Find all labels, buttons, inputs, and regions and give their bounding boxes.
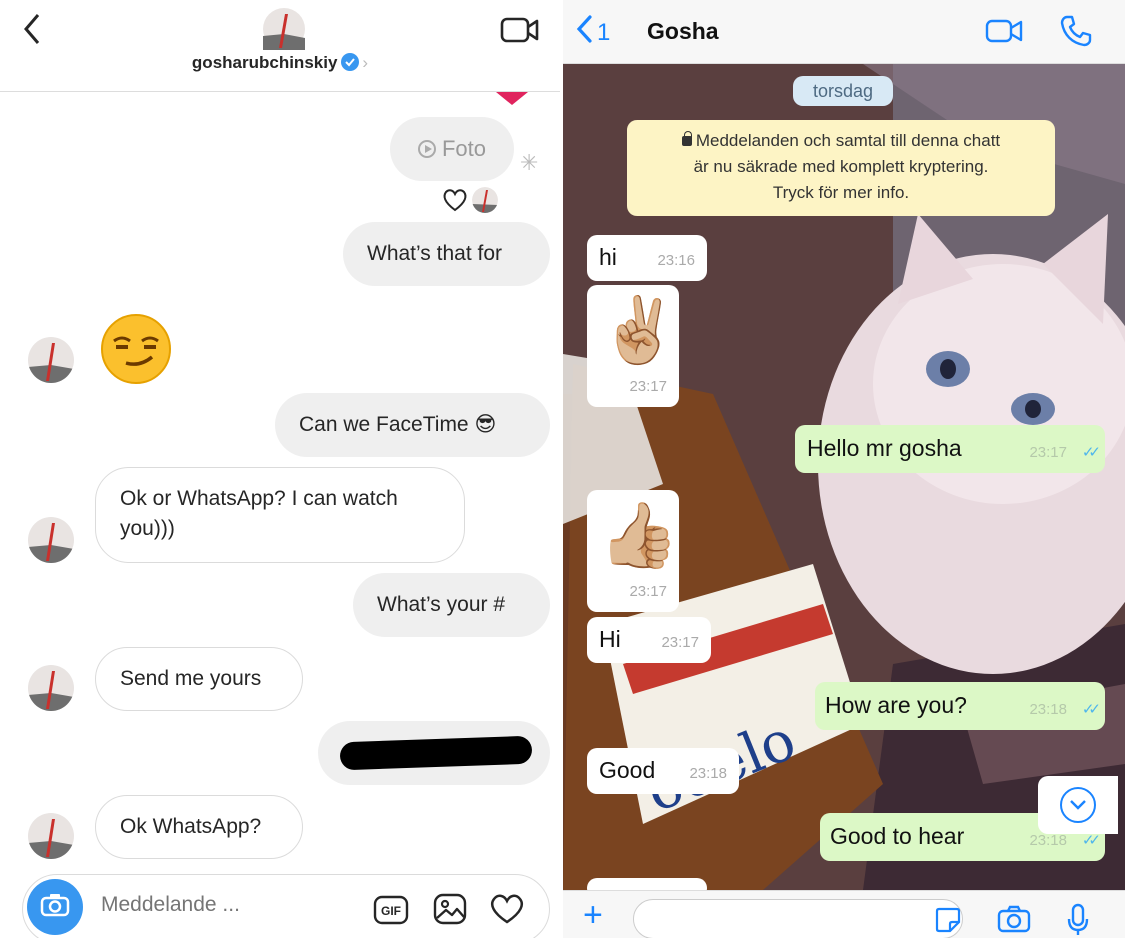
incoming-message[interactable]: Good 23:18 [587,748,739,794]
message-time: 23:17 [1029,444,1067,461]
date-separator: torsdag [793,76,893,106]
incoming-message[interactable]: Ok WhatsApp? [95,795,303,859]
incoming-sticker-message[interactable]: 👍🏼 23:17 [587,490,679,612]
heart-icon[interactable] [489,893,525,930]
avatar[interactable] [28,665,74,711]
loading-spinner-icon: ✳ [520,150,539,175]
avatar[interactable] [28,813,74,859]
plus-icon[interactable]: + [583,895,603,935]
whatsapp-header: 1 Gosha [563,0,1125,64]
message-time: 23:18 [689,765,727,782]
avatar[interactable] [28,517,74,563]
outgoing-message[interactable]: Can we FaceTime 😎 [275,393,550,457]
message-time: 23:17 [629,378,667,395]
outgoing-message[interactable]: What’s that for [343,222,550,286]
redacted-message[interactable] [318,721,550,785]
outgoing-message[interactable]: How are you? 23:18 ✓✓ [815,682,1105,730]
photo-message-bubble[interactable]: Foto [390,117,514,181]
camera-button[interactable] [27,879,83,935]
scroll-to-bottom-button[interactable] [1038,776,1118,834]
read-receipt-icon: ✓✓ [1081,701,1101,718]
screenshot-composite: gosharubchinskiy › Foto ✳ What’s that for… [0,0,1125,938]
chevron-right-icon: › [362,53,369,72]
message-text: Hello mr gosha [807,435,962,461]
encryption-notice[interactable]: Meddelanden och samtal till denna chatt … [627,120,1055,216]
camera-icon [40,893,70,922]
message-composer: GIF [22,874,550,938]
message-input[interactable] [101,893,331,917]
username-title[interactable]: gosharubchinskiy › [0,53,560,73]
contact-name[interactable]: Gosha [647,18,719,45]
incoming-message[interactable]: Hi 23:17 [587,617,711,663]
message-time: 23:17 [629,583,667,600]
outgoing-message[interactable]: Hello mr gosha 23:17 ✓✓ [795,425,1105,473]
message-text: Good to hear [830,823,965,849]
encryption-line-2: är nu säkrade med komplett kryptering. [693,157,989,176]
chevron-down-icon [1060,787,1096,823]
video-call-icon[interactable] [985,18,1025,49]
message-time: 23:17 [661,634,699,651]
instagram-header: gosharubchinskiy › [0,0,560,92]
microphone-icon[interactable] [1067,903,1089,938]
video-call-icon[interactable] [500,16,540,49]
message-text: hi [599,244,617,270]
avatar[interactable] [28,337,74,383]
incoming-message[interactable]: Ok or WhatsApp? I can watch you))) [95,467,465,563]
message-text: How are you? [825,692,967,718]
encryption-text-1: Meddelanden och samtal till denna chatt [695,131,1001,150]
encryption-line-3: Tryck för mer info. [772,183,910,202]
whatsapp-composer: + [563,890,1125,938]
smirk-emoji-icon [100,313,172,385]
message-text: Hi [599,626,621,652]
verified-badge-icon [341,53,360,71]
notification-marker [496,92,528,105]
username-label: gosharubchinskiy [191,53,338,72]
phone-icon[interactable] [1059,14,1093,53]
incoming-sticker-message[interactable]: ✌🏼 23:17 [587,285,679,407]
chevron-left-icon [575,14,593,51]
reactor-avatar [472,187,498,213]
svg-text:GIF: GIF [381,904,401,918]
lock-icon [681,131,692,146]
message-text: Good [599,757,656,783]
instagram-dm-panel: gosharubchinskiy › Foto ✳ What’s that for… [0,0,560,938]
back-arrow-icon[interactable] [22,12,42,51]
outgoing-message[interactable]: What’s your # [353,573,550,637]
message-input[interactable] [633,899,963,938]
play-icon [417,140,436,158]
message-time: 23:18 [1029,701,1067,718]
redaction-scribble [339,735,533,771]
avatar[interactable] [263,8,305,50]
unread-count: 1 [597,18,611,46]
back-button[interactable]: 1 [575,14,610,51]
gif-icon[interactable]: GIF [373,895,409,930]
gallery-icon[interactable] [433,893,467,930]
message-time: 23:16 [657,252,695,269]
incoming-message[interactable]: hi 23:16 [587,235,707,281]
photo-label: Foto [441,136,487,161]
camera-icon[interactable] [997,905,1031,938]
encryption-line-1: Meddelanden och samtal till denna chatt [627,128,1055,154]
heart-reaction-icon [442,188,468,217]
thumbs-up-emoji: 👍🏼 [599,499,679,571]
read-receipt-icon: ✓✓ [1081,444,1101,461]
whatsapp-chat-panel: 1 Gosha torsdag Meddelanden och samtal t… [563,0,1125,938]
sticker-icon[interactable] [935,907,961,938]
incoming-message[interactable]: Send me yours [95,647,303,711]
victory-hand-emoji: ✌🏼 [599,294,679,366]
